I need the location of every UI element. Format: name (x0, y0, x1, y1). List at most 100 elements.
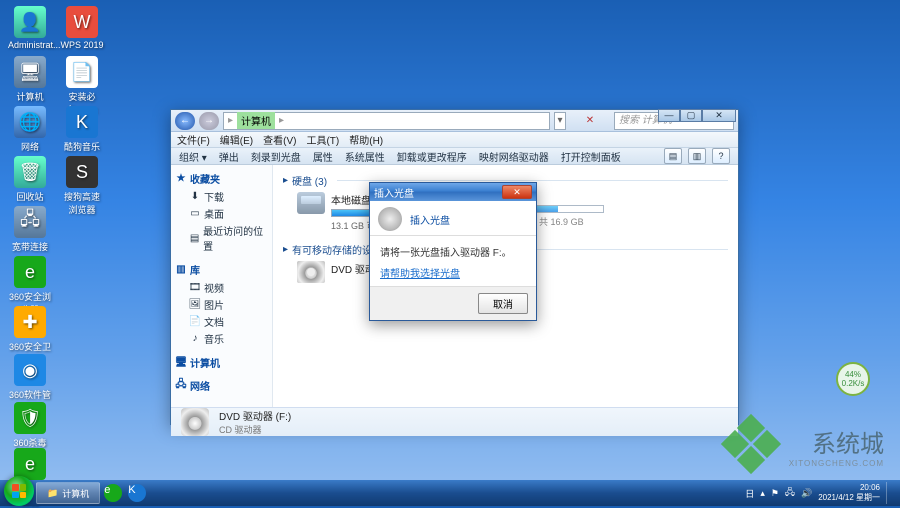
address-bar: ← → ▸ 计算机 ▸ ▾ ✕ 搜索 计算机 (171, 110, 738, 132)
watermark: 系统城 XITONGCHENG.COM (721, 416, 884, 476)
cancel-button[interactable]: 取消 (478, 293, 528, 314)
dialog-help-link[interactable]: 请帮助我选择光盘 (380, 265, 460, 280)
network-icon: 🖧 (175, 380, 187, 392)
video-icon: 🎞 (189, 282, 201, 294)
tb-sysprops[interactable]: 系统属性 (345, 149, 385, 164)
battery-widget[interactable]: 44% 0.2K/s (836, 362, 870, 396)
details-icon (181, 408, 209, 436)
help-button[interactable]: ? (712, 148, 730, 164)
breadcrumb-computer[interactable]: 计算机 (237, 112, 275, 129)
toolbar: 组织 ▾ 弹出 刻录到光盘 属性 系统属性 卸载或更改程序 映射网络驱动器 打开… (171, 148, 738, 165)
picture-icon: 🖼 (189, 299, 201, 311)
watermark-text: 系统城 (812, 431, 884, 458)
desktop-icon: ▭ (189, 208, 201, 220)
tray-date: 2021/4/12 星期一 (818, 493, 880, 503)
tree-network[interactable]: 🖧网络 (175, 378, 268, 393)
computer-icon: 🖥 (175, 357, 187, 369)
tree-videos[interactable]: 🎞视频 (175, 279, 268, 296)
menu-help[interactable]: 帮助(H) (349, 132, 383, 147)
menu-bar: 文件(F) 编辑(E) 查看(V) 工具(T) 帮助(H) (171, 132, 738, 148)
icon-360av[interactable]: 🛡360杀毒 (8, 402, 52, 449)
menu-tools[interactable]: 工具(T) (306, 132, 339, 147)
insert-disc-dialog: 插入光盘 ✕ 插入光盘 请将一张光盘插入驱动器 F:。 请帮助我选择光盘 取消 (369, 182, 537, 321)
library-icon: ▥ (175, 264, 187, 276)
tray-expand-icon[interactable]: ▴ (760, 488, 765, 499)
menu-edit[interactable]: 编辑(E) (220, 132, 253, 147)
battery-rate: 0.2K/s (842, 379, 865, 388)
icon-network[interactable]: 🌐网络 (8, 106, 52, 153)
maximize-button[interactable]: ▢ (680, 109, 702, 122)
tray-clock[interactable]: 20:06 2021/4/12 星期一 (818, 483, 880, 503)
start-button[interactable] (4, 476, 34, 506)
tree-computer[interactable]: 🖥计算机 (175, 355, 268, 370)
tree-pictures[interactable]: 🖼图片 (175, 296, 268, 313)
task-label: 计算机 (62, 487, 89, 500)
tray-time: 20:06 (818, 483, 880, 493)
icon-administrator[interactable]: 👤Administrat... (8, 6, 52, 50)
task-explorer[interactable]: 📁 计算机 (36, 482, 100, 504)
dvd-icon (297, 261, 325, 283)
tray-lang[interactable]: 日 (745, 487, 754, 500)
tree-libraries[interactable]: ▥库 (175, 262, 268, 277)
close-button[interactable]: ✕ (702, 109, 736, 122)
tree-favorites[interactable]: ★收藏夹 (175, 171, 268, 186)
show-desktop-button[interactable] (886, 482, 892, 504)
star-icon: ★ (175, 173, 187, 185)
tb-eject[interactable]: 弹出 (219, 149, 239, 164)
tb-burn[interactable]: 刻录到光盘 (251, 149, 301, 164)
address-clear-button[interactable]: ✕ (570, 115, 610, 126)
tree-recent[interactable]: ▤最近访问的位置 (175, 222, 268, 254)
icon-kugou[interactable]: K酷狗音乐 (60, 106, 104, 153)
taskbar: 📁 计算机 e K 日 ▴ ⚑ 🖧 🔊 20:06 2021/4/12 星期一 (0, 480, 900, 506)
icon-wps[interactable]: WWPS 2019 (60, 6, 104, 50)
dialog-close-button[interactable]: ✕ (502, 185, 532, 199)
icon-sogou[interactable]: S搜狗高速浏览器 (60, 156, 104, 216)
tray-volume-icon[interactable]: 🔊 (801, 488, 812, 499)
nav-back-button[interactable]: ← (175, 112, 195, 130)
icon-broadband[interactable]: 🖧宽带连接 (8, 206, 52, 253)
breadcrumb-root-arrow: ▸ (228, 115, 233, 126)
windows-logo-icon (12, 484, 26, 498)
tb-controlpanel[interactable]: 打开控制面板 (561, 149, 621, 164)
download-icon: ⬇ (189, 191, 201, 203)
nav-forward-button[interactable]: → (199, 112, 219, 130)
tb-uninstall[interactable]: 卸载或更改程序 (397, 149, 467, 164)
drive-icon (297, 192, 325, 214)
battery-pct: 44% (845, 370, 861, 379)
nav-tree: ★收藏夹 ⬇下载 ▭桌面 ▤最近访问的位置 ▥库 🎞视频 🖼图片 📄文档 ♪音乐… (171, 165, 273, 407)
tb-properties[interactable]: 属性 (313, 149, 333, 164)
document-icon: 📄 (189, 316, 201, 328)
dialog-message: 请将一张光盘插入驱动器 F:。 (380, 244, 526, 259)
breadcrumb[interactable]: ▸ 计算机 ▸ (223, 112, 550, 130)
tree-downloads[interactable]: ⬇下载 (175, 188, 268, 205)
menu-file[interactable]: 文件(F) (177, 132, 210, 147)
dialog-title: 插入光盘 (374, 185, 414, 200)
breadcrumb-arrow: ▸ (279, 115, 284, 126)
tb-mapdrive[interactable]: 映射网络驱动器 (479, 149, 549, 164)
tray-network-icon[interactable]: 🖧 (785, 485, 795, 501)
pin-kugou[interactable]: K (126, 482, 148, 504)
tb-organize[interactable]: 组织 ▾ (179, 149, 207, 164)
tree-desktop[interactable]: ▭桌面 (175, 205, 268, 222)
disc-icon (378, 207, 402, 231)
minimize-button[interactable]: — (658, 109, 680, 122)
menu-view[interactable]: 查看(V) (263, 132, 296, 147)
window-controls: — ▢ ✕ (658, 109, 736, 123)
details-pane: DVD 驱动器 (F:) CD 驱动器 (171, 407, 738, 436)
tree-music[interactable]: ♪音乐 (175, 330, 268, 347)
icon-computer[interactable]: 🖥计算机 (8, 56, 52, 103)
tray-action-center-icon[interactable]: ⚑ (771, 488, 779, 499)
watermark-logo (721, 416, 781, 476)
icon-recycle-bin[interactable]: 🗑回收站 (8, 156, 52, 203)
dialog-titlebar[interactable]: 插入光盘 ✕ (370, 183, 536, 201)
folder-icon: 📁 (47, 488, 58, 499)
pin-360browser[interactable]: e (102, 482, 124, 504)
preview-pane-button[interactable]: ▥ (688, 148, 706, 164)
recent-icon: ▤ (189, 232, 200, 244)
music-icon: ♪ (189, 333, 201, 345)
view-mode-button[interactable]: ▤ (664, 148, 682, 164)
address-history-button[interactable]: ▾ (554, 112, 566, 130)
details-type: CD 驱动器 (219, 423, 291, 436)
tree-documents[interactable]: 📄文档 (175, 313, 268, 330)
system-tray: 日 ▴ ⚑ 🖧 🔊 20:06 2021/4/12 星期一 (745, 482, 896, 504)
